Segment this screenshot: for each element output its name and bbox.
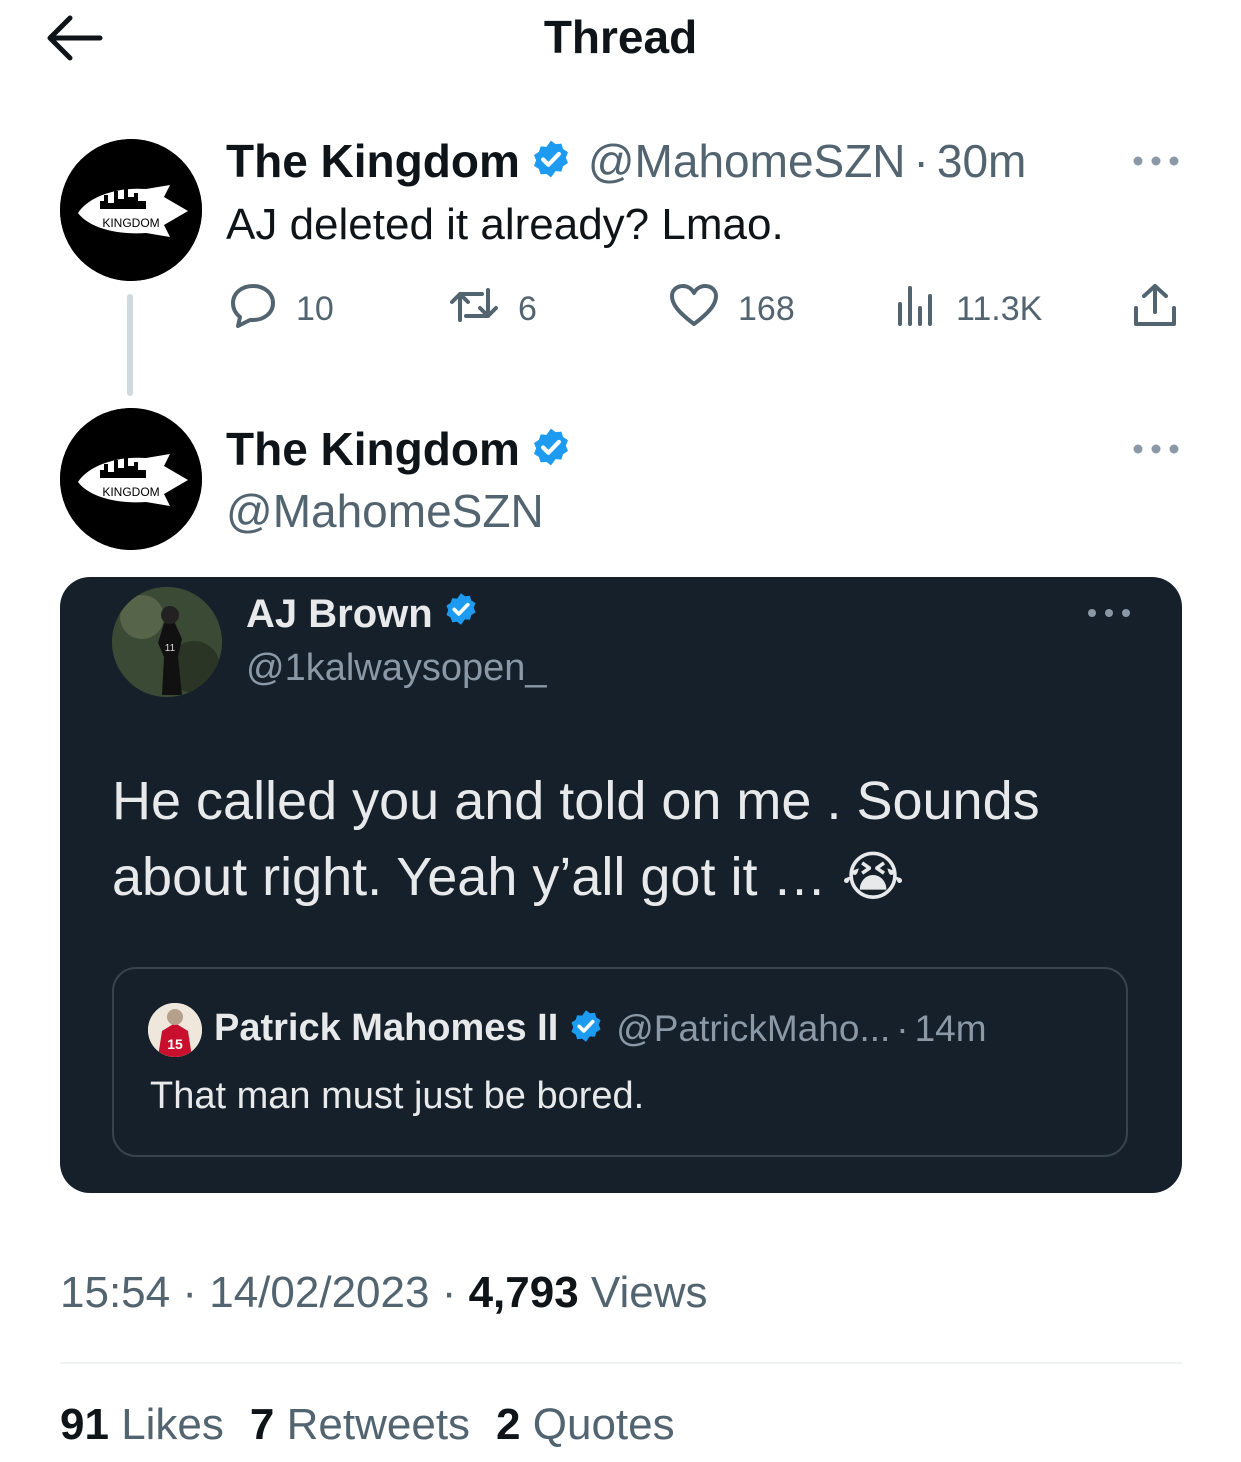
separator-dot: · (182, 1268, 197, 1317)
quotes-label: Quotes (532, 1400, 675, 1449)
timestamp[interactable]: 30m (937, 134, 1026, 188)
reply-button[interactable]: 10 (228, 282, 334, 337)
display-name: AJ Brown (246, 591, 433, 636)
handle[interactable]: @MahomeSZN (226, 484, 544, 538)
handle: @PatrickMaho... (616, 1007, 891, 1049)
post-time[interactable]: 15:54 (60, 1268, 170, 1317)
divider (60, 1362, 1182, 1364)
reply-icon (228, 282, 278, 337)
separator-dot: · (913, 135, 929, 187)
avatar[interactable]: KINGDOM (60, 139, 202, 281)
mahomes-avatar: 15 (148, 1003, 202, 1057)
retweets-stat[interactable]: 7 Retweets (250, 1400, 470, 1450)
handle: @1kalwaysopen_ (246, 647, 547, 689)
quoted-tweet-text: He called you and told on me . Sounds ab… (112, 771, 1040, 907)
more-options-icon[interactable] (1128, 434, 1188, 464)
likes-count: 91 (60, 1400, 109, 1449)
avatar-logo-text: KINGDOM (102, 485, 159, 499)
display-name[interactable]: The Kingdom (226, 134, 520, 188)
quotes-stat[interactable]: 2 Quotes (496, 1400, 675, 1450)
tweet-header: The Kingdom @MahomeSZN · 30m (226, 134, 1026, 188)
nested-quote-header: Patrick Mahomes II @PatrickMaho... · 14m (214, 1007, 987, 1050)
thread-connector-line (127, 294, 133, 396)
share-icon (1130, 282, 1180, 337)
avatar[interactable]: KINGDOM (60, 408, 202, 550)
avatar-logo-text: KINGDOM (102, 216, 159, 230)
quoted-author-row: AJ Brown (246, 591, 479, 637)
retweet-button[interactable]: 6 (448, 282, 537, 337)
svg-text:15: 15 (167, 1036, 183, 1052)
tweet-header: The Kingdom (226, 422, 572, 476)
retweets-label: Retweets (286, 1400, 471, 1449)
retweet-count: 6 (518, 290, 537, 328)
heart-icon (668, 282, 720, 337)
engagement-stats: 91 Likes 7 Retweets 2 Quotes (60, 1400, 701, 1450)
separator-dot: · (441, 1268, 457, 1317)
views-count: 11.3K (956, 290, 1043, 328)
views-button[interactable]: 11.3K (894, 282, 1042, 337)
display-name: Patrick Mahomes II (214, 1007, 559, 1049)
like-count: 168 (738, 290, 795, 328)
handle[interactable]: @MahomeSZN (588, 134, 906, 188)
tweet-meta: 15:54 · 14/02/2023 · 4,793 Views (60, 1268, 708, 1318)
views-label: Views (590, 1268, 708, 1317)
likes-label: Likes (121, 1400, 224, 1449)
separator-dot: · (896, 1007, 909, 1049)
share-button[interactable] (1130, 282, 1180, 337)
nested-quote-tweet: 15 Patrick Mahomes II @PatrickMaho... · … (112, 967, 1128, 1157)
nested-quote-text: That man must just be bored. (150, 1075, 645, 1117)
views-chart-icon (894, 282, 938, 337)
tweet-text: AJ deleted it already? Lmao. (226, 200, 784, 249)
likes-stat[interactable]: 91 Likes (60, 1400, 224, 1450)
aj-brown-avatar: 11 (112, 587, 222, 697)
svg-text:11: 11 (165, 643, 176, 654)
retweet-icon (448, 282, 500, 337)
reply-count: 10 (296, 290, 334, 328)
display-name[interactable]: The Kingdom (226, 422, 520, 476)
views-count: 4,793 (468, 1268, 579, 1317)
verified-badge-icon (530, 138, 572, 185)
verified-badge-icon (568, 1008, 604, 1049)
tweet-image[interactable]: 11 AJ Brown @1kalwaysopen_ He called you… (60, 577, 1182, 1193)
retweets-count: 7 (249, 1400, 275, 1449)
timestamp: 14m (914, 1007, 987, 1049)
quotes-count: 2 (496, 1400, 521, 1449)
post-date[interactable]: 14/02/2023 (209, 1268, 429, 1317)
like-button[interactable]: 168 (668, 282, 795, 337)
verified-badge-icon (443, 591, 479, 637)
page-title: Thread (543, 11, 698, 63)
more-options-icon[interactable] (1128, 146, 1188, 176)
more-options-icon (1084, 601, 1144, 631)
verified-badge-icon (530, 426, 572, 473)
